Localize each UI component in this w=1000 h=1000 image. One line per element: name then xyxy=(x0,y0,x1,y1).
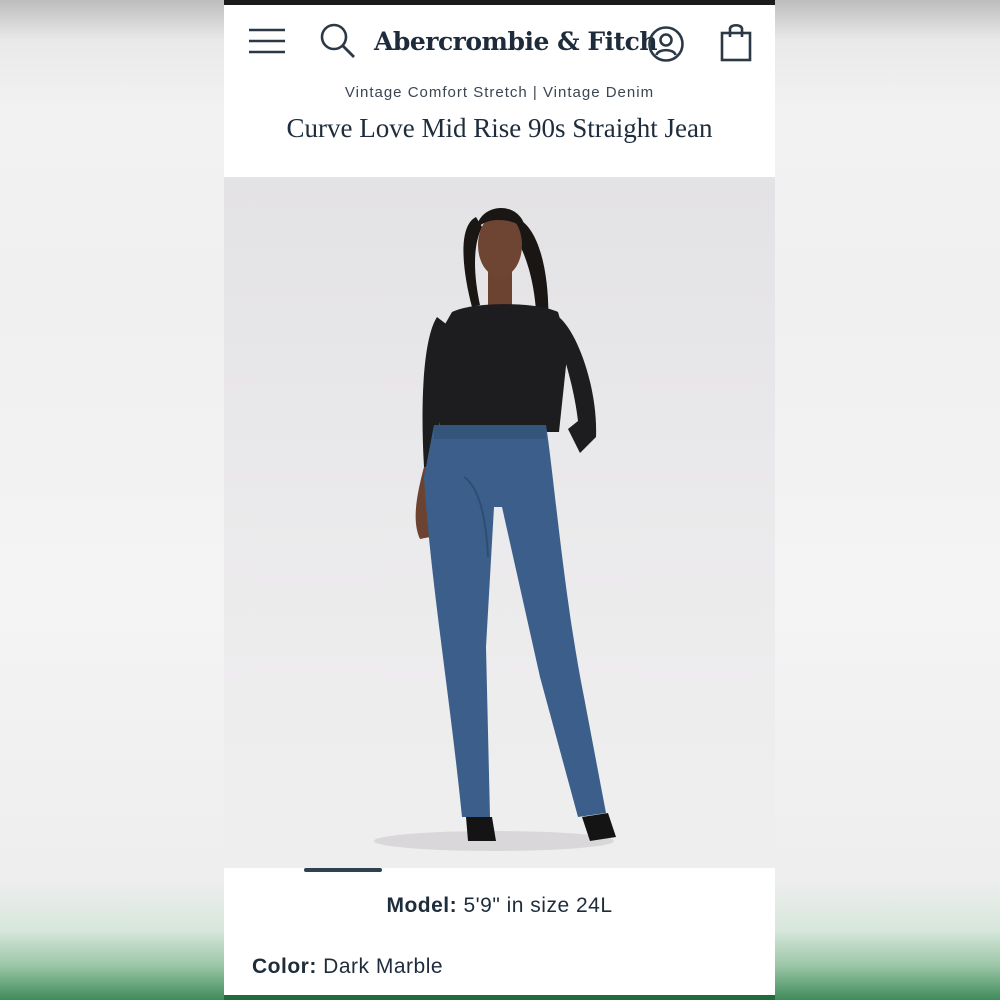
model-label: Model: xyxy=(386,894,458,917)
user-account-icon xyxy=(648,26,684,62)
shopping-bag-icon xyxy=(720,23,752,62)
bottom-accent-bar xyxy=(224,995,775,1000)
hamburger-menu-icon xyxy=(249,28,285,54)
model-photo xyxy=(374,208,616,851)
color-value: Dark Marble xyxy=(323,955,444,978)
brand-logo[interactable]: Abercrombie & Fitch xyxy=(374,27,658,56)
site-header: Abercrombie & Fitch xyxy=(224,5,775,80)
account-button[interactable] xyxy=(644,22,688,66)
product-image[interactable] xyxy=(224,177,775,868)
color-info: Color: Dark Marble xyxy=(252,955,443,979)
product-collection-breadcrumb[interactable]: Vintage Comfort Stretch | Vintage Denim xyxy=(224,84,775,101)
search-icon xyxy=(320,23,355,58)
search-button[interactable] xyxy=(318,21,358,61)
image-carousel-indicator[interactable] xyxy=(304,868,382,872)
color-label: Color: xyxy=(252,955,317,978)
model-size-info: Model: 5'9" in size 24L xyxy=(224,894,775,918)
product-page: Abercrombie & Fitch Vintage Comfort Stre… xyxy=(224,0,775,1000)
model-value: 5'9" in size 24L xyxy=(463,894,613,917)
shopping-bag-button[interactable] xyxy=(718,20,754,64)
menu-button[interactable] xyxy=(246,23,288,59)
product-title: Curve Love Mid Rise 90s Straight Jean xyxy=(286,113,713,143)
